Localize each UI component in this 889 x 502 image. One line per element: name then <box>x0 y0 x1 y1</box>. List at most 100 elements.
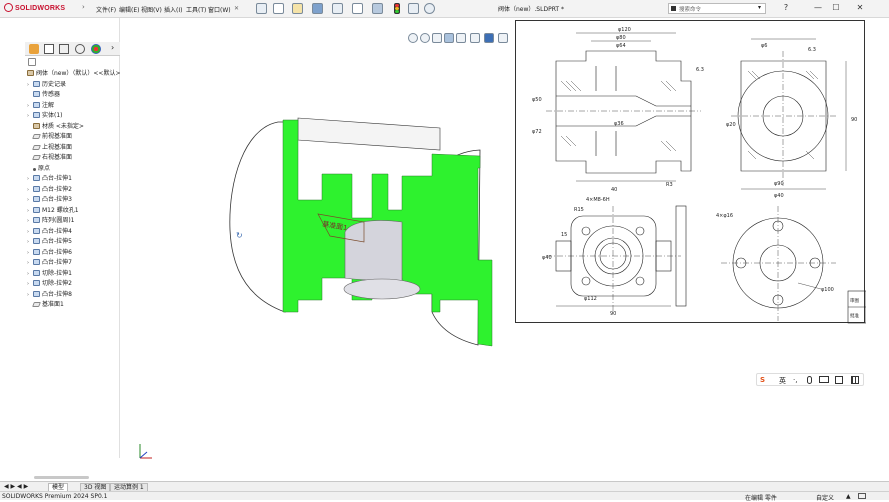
open-folder-icon[interactable] <box>292 3 303 14</box>
save-icon[interactable] <box>312 3 323 14</box>
dim-front-9: φ36 <box>614 121 624 127</box>
tree-item-boss-extrude3[interactable]: › 凸台-拉伸3 <box>27 194 72 204</box>
keyboard-icon[interactable] <box>819 376 829 383</box>
tree-item-boss-extrude4[interactable]: › 凸台-拉伸4 <box>27 226 72 236</box>
tree-item-origin[interactable]: 原点 <box>27 163 50 173</box>
dim-front-8: R3 <box>666 182 673 188</box>
display-manager-tab-icon[interactable] <box>91 44 101 54</box>
dimxpert-tab-icon[interactable] <box>75 44 85 54</box>
tree-item-right-plane[interactable]: 右视基准面 <box>27 152 72 162</box>
dim-plan-1: 4×M8-6H <box>586 197 610 203</box>
tab-nav-arrows-icon[interactable]: ◀ ▶ ◀ ▶ <box>4 483 28 490</box>
new-document-icon[interactable] <box>273 3 284 14</box>
tree-item-thread-hole[interactable]: › M12 螺纹孔1 <box>27 205 79 215</box>
ds-logo-icon <box>4 3 13 12</box>
tab-motion-study[interactable]: 运动算例 1 <box>110 483 148 491</box>
file-properties-icon[interactable] <box>408 3 419 14</box>
more-tabs-chevron-icon[interactable]: › <box>111 43 114 52</box>
menu-window[interactable]: 窗口(W) <box>208 5 231 14</box>
dim-plan-4: φ112 <box>584 296 597 302</box>
part-model-section[interactable]: 基准面1 ↻ <box>120 18 520 480</box>
search-command-input[interactable]: 搜索命令 <box>668 3 766 14</box>
tree-item-history[interactable]: › 历史记录 <box>27 79 66 89</box>
title-block-review: 审图 <box>850 297 859 304</box>
tree-item-boss-extrude1[interactable]: › 凸台-拉伸1 <box>27 173 72 183</box>
status-bar: SOLIDWORKS Premium 2024 SP0.1 在编辑 零件 自定义… <box>0 491 889 502</box>
sogou-logo-icon[interactable]: S <box>760 376 765 384</box>
feature-manager-tab-icon[interactable] <box>29 44 39 54</box>
menu-insert[interactable]: 插入(I) <box>164 5 182 14</box>
menu-edit[interactable]: 编辑(E) <box>119 5 139 14</box>
tree-item-top-plane[interactable]: 上视基准面 <box>27 142 72 152</box>
menu-arrow-icon[interactable]: › <box>82 3 90 12</box>
ime-language-toggle[interactable]: 英 <box>779 376 786 386</box>
print-icon[interactable] <box>332 3 343 14</box>
tree-item-annotations[interactable]: › 注解 <box>27 100 54 110</box>
configuration-manager-tab-icon[interactable] <box>59 44 69 54</box>
maximize-button[interactable]: ☐ <box>829 2 843 14</box>
menu-tools[interactable]: 工具(T) <box>186 5 206 14</box>
tree-item-solid-bodies[interactable]: › 实体(1) <box>27 110 63 120</box>
material-icon <box>33 123 40 129</box>
dim-front-4: 6.3 <box>696 67 704 73</box>
options-icon[interactable] <box>858 493 866 499</box>
tree-item-boss-extrude6[interactable]: › 凸台-拉伸6 <box>27 247 72 257</box>
boss-extrude-icon <box>33 238 40 244</box>
tree-item-boss-extrude2[interactable]: › 凸台-拉伸2 <box>27 184 72 194</box>
dim-side-4: 90 <box>851 117 857 123</box>
tree-item-sensors[interactable]: 传感器 <box>27 89 60 99</box>
engineering-drawing: φ120 φ80 φ64 6.3 φ50 φ72 40 R3 φ36 φ6 6.… <box>532 27 867 324</box>
tree-item-boss-extrude8[interactable]: › 凸台-拉伸8 <box>27 289 72 299</box>
tree-item-material[interactable]: 材质 <未指定> <box>27 121 84 131</box>
tree-horizontal-scrollbar[interactable] <box>34 476 89 479</box>
front-section-view <box>546 32 701 182</box>
undo-icon[interactable] <box>352 3 363 14</box>
plane-icon <box>32 155 41 160</box>
solidworks-logo[interactable]: SOLIDWORKS <box>4 3 65 12</box>
units-up-arrow-icon[interactable]: ▲ <box>846 493 851 500</box>
tab-3d-views[interactable]: 3D 视图 <box>80 483 111 491</box>
custom-units-dropdown[interactable]: 自定义 <box>816 493 834 502</box>
tree-item-boss-extrude7[interactable]: › 凸台-拉伸7 <box>27 257 72 267</box>
traffic-light-icon[interactable] <box>394 3 400 14</box>
search-dropdown-icon[interactable]: ▾ <box>758 4 761 11</box>
dim-side-3: φ20 <box>726 122 736 128</box>
property-manager-tab-icon[interactable] <box>44 44 54 54</box>
punctuation-icon[interactable]: ·, <box>793 376 797 384</box>
dim-front-1: φ120 <box>618 27 631 33</box>
dim-front-7: 40 <box>611 187 617 193</box>
close-button[interactable]: ✕ <box>853 2 867 14</box>
tree-root-part[interactable]: 阀体（new）（默认）<<默认> <box>27 68 120 78</box>
dim-plan-3: 15 <box>561 232 567 238</box>
tab-model[interactable]: 模型 <box>48 483 69 491</box>
tree-item-front-plane[interactable]: 前视基准面 <box>27 131 72 141</box>
microphone-icon[interactable] <box>807 376 812 384</box>
hole-icon <box>33 207 40 213</box>
dim-side-1: φ6 <box>761 43 767 49</box>
dim-front-3: φ64 <box>616 43 626 49</box>
select-cursor-icon[interactable] <box>372 3 383 14</box>
home-icon[interactable] <box>256 3 267 14</box>
app-version-text: SOLIDWORKS Premium 2024 SP0.1 <box>2 493 108 500</box>
cut-extrude-icon <box>33 280 40 286</box>
skin-shirt-icon[interactable] <box>835 376 843 384</box>
tree-item-boss-extrude5[interactable]: › 凸台-拉伸5 <box>27 236 72 246</box>
tree-item-circular-pattern[interactable]: › 阵列(圆周)1 <box>27 215 75 225</box>
dim-side-5: φ40 <box>774 193 784 199</box>
tree-item-cut-extrude1[interactable]: › 切除-拉伸1 <box>27 268 72 278</box>
sensor-icon <box>33 91 40 97</box>
help-icon[interactable]: ? <box>779 2 793 14</box>
toolbox-grid-icon[interactable] <box>851 376 859 384</box>
menu-view[interactable]: 视图(V) <box>141 5 162 14</box>
dim-flange-1: 4×φ16 <box>716 213 733 219</box>
tree-item-cut-extrude2[interactable]: › 切除-拉伸2 <box>27 278 72 288</box>
dim-side-2: 6.3 <box>808 47 816 53</box>
options-gear-icon[interactable] <box>424 3 435 14</box>
tree-item-plane1[interactable]: 基准面1 <box>27 299 64 309</box>
filter-icon[interactable] <box>28 58 36 66</box>
boss-extrude-icon <box>33 291 40 297</box>
plan-view <box>546 205 687 311</box>
menu-file[interactable]: 文件(F) <box>96 5 116 14</box>
minimize-button[interactable]: — <box>811 2 825 14</box>
pin-icon[interactable]: ✕ <box>234 5 239 12</box>
